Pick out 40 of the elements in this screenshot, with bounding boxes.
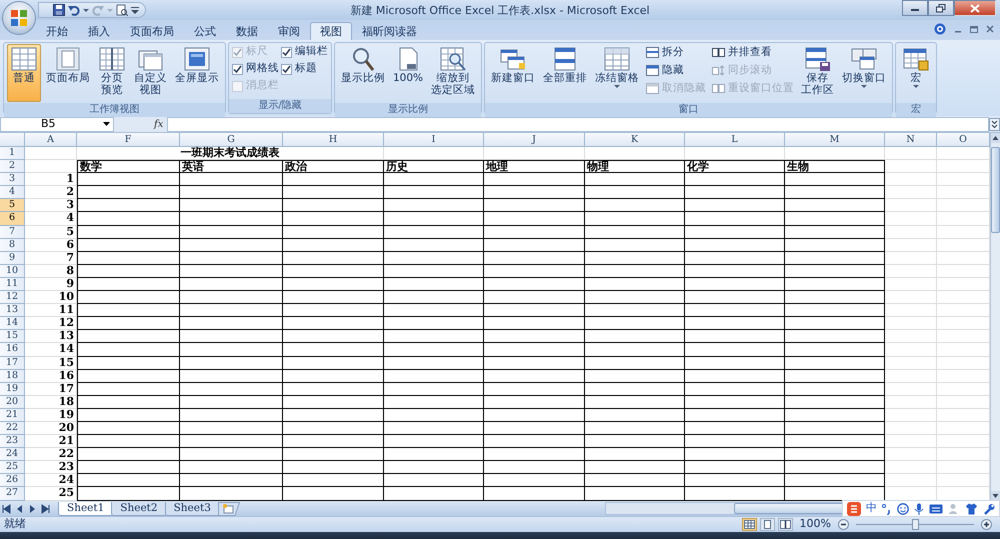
table-cell: 18 bbox=[25, 396, 77, 409]
table-cell: 生物 bbox=[785, 160, 885, 174]
group-label: 窗口 bbox=[485, 103, 892, 117]
table-cell: 化学 bbox=[685, 160, 785, 174]
table-cell: 17 bbox=[25, 382, 77, 396]
table-cell: 数学 bbox=[77, 160, 180, 174]
table-cell: 9 bbox=[25, 278, 77, 292]
table-cell: 23 bbox=[25, 461, 77, 474]
table-cell: 历史 bbox=[384, 160, 484, 174]
group-label: 显示/隐藏 bbox=[229, 99, 331, 113]
group-label: 显示比例 bbox=[335, 103, 482, 117]
group-label: 工作簿视图 bbox=[4, 103, 225, 117]
table-cell: 2 bbox=[25, 186, 77, 200]
table-cell: 12 bbox=[25, 317, 77, 330]
table-cell: 22 bbox=[25, 448, 77, 462]
table-cell: 21 bbox=[25, 435, 77, 448]
table-cell: 物理 bbox=[585, 160, 685, 174]
table-cell: 7 bbox=[25, 252, 77, 265]
table-cell: 英语 bbox=[180, 160, 283, 174]
status-text: 就绪 bbox=[4, 516, 26, 532]
table-cell: 1 bbox=[25, 173, 77, 186]
table-cell: 6 bbox=[25, 238, 77, 252]
table-cell: 5 bbox=[25, 226, 77, 239]
table-cell: 地理 bbox=[484, 160, 585, 174]
table-cell: 15 bbox=[25, 356, 77, 370]
table-cell: 10 bbox=[25, 291, 77, 304]
window-title: 新建 Microsoft Office Excel 工作表.xlsx - Microsoft Excel bbox=[349, 3, 651, 19]
table-cell: 13 bbox=[25, 330, 77, 344]
table-cell: 24 bbox=[25, 474, 77, 488]
table-cell: 19 bbox=[25, 408, 77, 422]
table-cell: 11 bbox=[25, 304, 77, 318]
table-cell: 14 bbox=[25, 343, 77, 356]
table-cell: 8 bbox=[25, 264, 77, 278]
table-title: 一班期末考试成绩表 bbox=[77, 147, 384, 160]
table-cell: 3 bbox=[25, 199, 77, 212]
table-cell: 4 bbox=[25, 212, 77, 226]
table-cell: 政治 bbox=[283, 160, 384, 174]
table-cell: 16 bbox=[25, 370, 77, 383]
group-label: 宏 bbox=[896, 103, 936, 117]
table-cell: 20 bbox=[25, 422, 77, 436]
